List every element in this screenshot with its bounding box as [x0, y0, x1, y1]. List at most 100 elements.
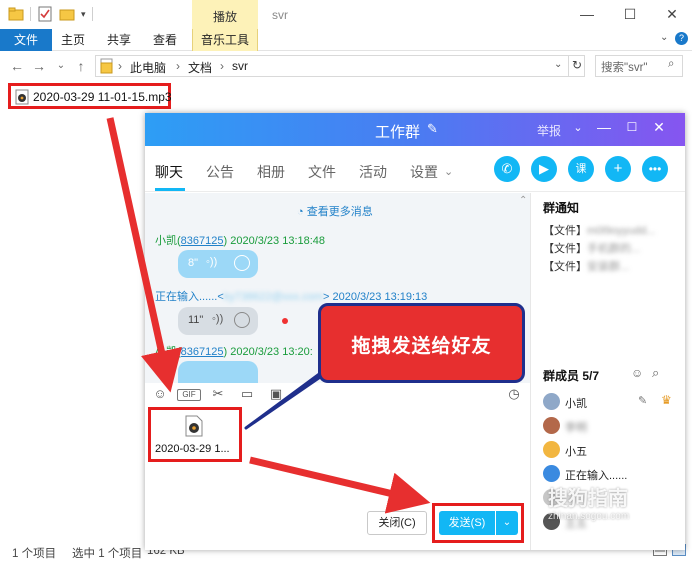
- qq-title-bar: 工作群 ✎ 举报 ⌄ — ☐ ✕: [145, 113, 685, 146]
- lesson-icon[interactable]: 课: [568, 156, 594, 182]
- tab-activity[interactable]: 活动: [359, 162, 387, 182]
- avatar: [543, 441, 560, 458]
- properties-icon[interactable]: [37, 6, 53, 22]
- scroll-up-icon[interactable]: ⌃: [519, 195, 527, 206]
- history-clock-icon[interactable]: ◷: [505, 386, 523, 402]
- member-search-icon[interactable]: ⌕: [652, 365, 659, 381]
- send-button[interactable]: 发送(S): [439, 511, 495, 535]
- forward-icon[interactable]: →: [32, 58, 46, 74]
- tab-file[interactable]: 文件: [0, 29, 52, 51]
- report-link[interactable]: 举报: [537, 122, 561, 139]
- window-title: svr: [272, 8, 288, 22]
- tab-music-tools[interactable]: 音乐工具: [192, 29, 258, 51]
- group-notice-title: 群通知: [543, 201, 580, 215]
- gif-icon[interactable]: GIF: [177, 389, 201, 401]
- recent-locations-icon[interactable]: ⌄: [54, 60, 68, 71]
- screenshot-scissors-icon[interactable]: ✂: [209, 386, 227, 402]
- avatar: [543, 393, 560, 410]
- folder-icon[interactable]: ▭: [238, 386, 256, 402]
- voice-message-bubble[interactable]: 11" ◦)): [178, 307, 258, 335]
- send-highlight: 发送(S) ⌄: [432, 503, 524, 543]
- settings-dropdown-icon[interactable]: ⌄: [444, 165, 453, 178]
- refresh-icon[interactable]: ↻: [568, 55, 585, 77]
- audio-file-icon: [15, 89, 29, 105]
- new-folder-icon[interactable]: [59, 6, 75, 22]
- close-button[interactable]: 关闭(C): [367, 511, 427, 535]
- customize-toolbar-icon[interactable]: ▾: [81, 9, 86, 20]
- minimize-icon[interactable]: —: [577, 5, 597, 23]
- close-icon[interactable]: ✕: [650, 119, 668, 136]
- notice-item[interactable]: 【文件】m0l9oyyudd...: [543, 222, 655, 238]
- tab-chat[interactable]: 聊天: [155, 162, 183, 182]
- tab-album[interactable]: 相册: [257, 162, 285, 182]
- voice-to-text-icon[interactable]: [234, 255, 250, 271]
- up-icon[interactable]: ↑: [74, 58, 88, 74]
- edit-icon[interactable]: ✎: [638, 394, 647, 407]
- quick-access-toolbar: ▾: [8, 6, 93, 22]
- breadcrumb-svr[interactable]: svr: [232, 59, 248, 73]
- voice-message-bubble[interactable]: 8" ◦)): [178, 250, 258, 278]
- tab-announcement[interactable]: 公告: [206, 162, 234, 182]
- avatar: [543, 417, 560, 434]
- close-icon[interactable]: ✕: [662, 5, 682, 23]
- emoji-icon[interactable]: ☺: [151, 386, 169, 401]
- send-options-icon[interactable]: ⌄: [496, 511, 518, 535]
- breadcrumb-this-pc[interactable]: 此电脑: [130, 59, 166, 76]
- more-icon[interactable]: •••: [642, 156, 668, 182]
- tab-files[interactable]: 文件: [308, 162, 336, 182]
- member-row[interactable]: 正在输入......: [543, 464, 683, 484]
- video-icon[interactable]: ▶: [531, 156, 557, 182]
- status-item-count: 1 个项目: [12, 548, 57, 560]
- attached-file[interactable]: 2020-03-29 1...: [148, 407, 242, 462]
- watermark-main: 搜狗指南: [548, 488, 628, 510]
- tab-share[interactable]: 共享: [104, 29, 134, 51]
- member-row[interactable]: 李明: [543, 416, 683, 436]
- image-icon[interactable]: ▣: [267, 386, 285, 402]
- explorer-title-bar: ▾ 播放 svr — ☐ ✕: [0, 0, 692, 29]
- context-tab-play[interactable]: 播放: [192, 0, 258, 29]
- attached-file-name: 2020-03-29 1...: [155, 443, 230, 455]
- view-more-messages-link[interactable]: ◔ 查看更多消息: [297, 203, 373, 219]
- message-meta: 正在输入......<ky738622@xxx.com> 2020/3/23 1…: [155, 291, 428, 303]
- add-app-icon[interactable]: +: [605, 156, 631, 182]
- maximize-icon[interactable]: ☐: [623, 120, 641, 134]
- member-row[interactable]: 小五: [543, 440, 683, 460]
- unread-dot: [282, 318, 288, 324]
- voice-wave-icon: ◦)): [206, 256, 218, 268]
- member-row[interactable]: 小凯 ✎ ♛: [543, 392, 683, 412]
- address-bar[interactable]: › 此电脑 › 文档 › svr ⌄: [95, 55, 585, 77]
- audio-file-icon: [185, 415, 203, 437]
- tab-view[interactable]: 查看: [150, 29, 180, 51]
- watermark-sub: zhinan.sogou.com: [548, 511, 630, 522]
- annotation-callout: 拖拽发送给好友: [318, 303, 525, 383]
- search-box[interactable]: 搜索"svr" ⌕: [595, 55, 683, 77]
- sogou-watermark: 搜狗指南 zhinan.sogou.com: [548, 482, 678, 522]
- file-item-mp3[interactable]: 2020-03-29 11-01-15.mp3: [8, 83, 172, 109]
- breadcrumb-separator: ›: [118, 59, 122, 73]
- edit-title-icon[interactable]: ✎: [427, 121, 438, 137]
- ribbon-tabs: 文件 主页 共享 查看 音乐工具 ⌄ ?: [0, 29, 692, 51]
- member-settings-icon[interactable]: ☺: [631, 366, 643, 380]
- notice-item[interactable]: 【文件】手机群的...: [543, 240, 640, 256]
- tab-settings[interactable]: 设置: [410, 162, 438, 182]
- minimize-icon[interactable]: —: [595, 119, 613, 135]
- phone-icon[interactable]: ✆: [494, 156, 520, 182]
- message-input-area[interactable]: 2020-03-29 1... 关闭(C) 发送(S) ⌄: [145, 407, 530, 550]
- notice-item[interactable]: 【文件】安装群...: [543, 258, 629, 274]
- dropdown-icon[interactable]: ⌄: [569, 121, 587, 134]
- status-selected: 选中 1 个项目: [72, 548, 143, 560]
- address-dropdown-icon[interactable]: ⌄: [554, 59, 562, 70]
- help-icon[interactable]: ?: [675, 32, 688, 45]
- voice-message-bubble[interactable]: [178, 361, 258, 383]
- breadcrumb-documents[interactable]: 文档: [188, 59, 212, 76]
- qq-tab-bar: 聊天 公告 相册 文件 活动 设置 ⌄ ✆ ▶ 课 + •••: [145, 146, 685, 192]
- search-input[interactable]: 搜索"svr": [601, 59, 648, 75]
- message-meta: 小凯(8367125) 2020/3/23 13:18:48: [155, 235, 326, 247]
- voice-to-text-icon[interactable]: [234, 312, 250, 328]
- tab-home[interactable]: 主页: [58, 29, 88, 51]
- collapse-ribbon-icon[interactable]: ⌄: [660, 32, 668, 43]
- maximize-icon[interactable]: ☐: [620, 5, 640, 23]
- back-icon[interactable]: ←: [10, 58, 24, 74]
- search-icon: ⌕: [668, 58, 675, 70]
- history-icon: ◔: [297, 206, 304, 218]
